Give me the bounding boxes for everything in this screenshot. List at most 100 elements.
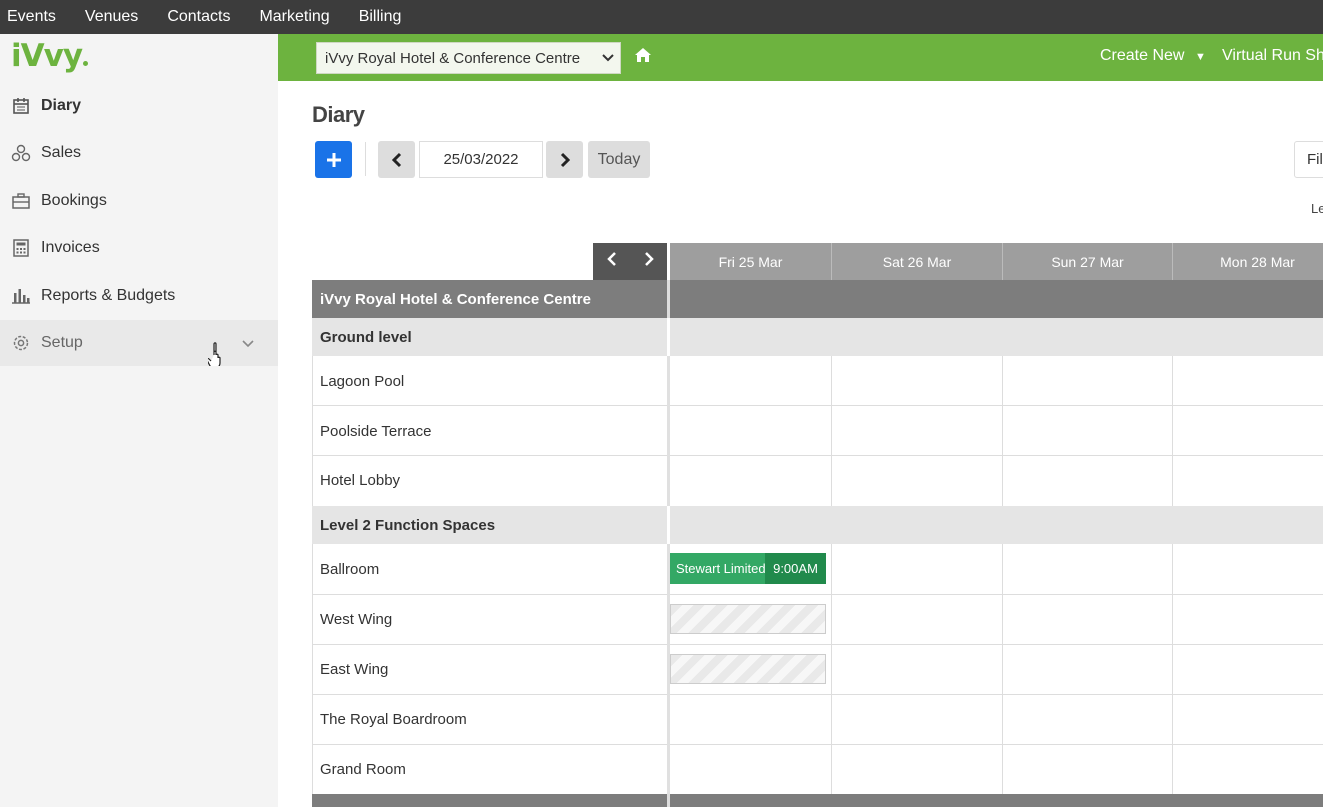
day-header: Sun 27 Mar: [1003, 243, 1173, 280]
virtual-run-sheet-link[interactable]: Virtual Run Sh: [1222, 47, 1323, 65]
create-new-dropdown[interactable]: Create New ▼: [1100, 47, 1206, 65]
row-border: [312, 544, 313, 595]
cell-divider: [1172, 695, 1173, 745]
date-input[interactable]: 25/03/2022: [419, 141, 543, 178]
room-name[interactable]: Grand Room: [320, 761, 406, 778]
cell-divider: [1002, 544, 1003, 595]
sidebar-item-label: Invoices: [41, 239, 100, 256]
nav-billing[interactable]: Billing: [359, 8, 402, 26]
cell-divider: [1172, 544, 1173, 595]
sidebar: iVvy Diary Sales Bookings Invoices Repor…: [0, 34, 278, 807]
column-divider: [667, 745, 670, 794]
hand-cursor-icon: [206, 342, 226, 372]
cell-divider: [1002, 695, 1003, 745]
logo-text: iVvy: [11, 38, 83, 74]
room-name[interactable]: Hotel Lobby: [320, 472, 400, 489]
chevron-left-icon: [391, 152, 401, 167]
sales-icon: [11, 143, 31, 163]
cell-divider: [1172, 456, 1173, 506]
sidebar-item-reports[interactable]: Reports & Budgets: [0, 273, 278, 319]
grid-day-navigation: [593, 243, 667, 280]
add-button[interactable]: [315, 141, 352, 178]
day-header: Mon 28 Mar: [1173, 243, 1323, 280]
legend-link[interactable]: Le: [1311, 201, 1323, 216]
cell-divider: [831, 745, 832, 794]
cell-divider: [1172, 406, 1173, 456]
level-label: Ground level: [320, 329, 412, 346]
level-header: Level 2 Function Spaces: [312, 506, 1323, 544]
calendar-icon: [11, 96, 31, 116]
gear-icon: [11, 333, 31, 353]
next-date-button[interactable]: [546, 141, 583, 178]
cell-divider: [1002, 456, 1003, 506]
room-name[interactable]: The Royal Boardroom: [320, 711, 467, 728]
column-divider: [667, 695, 670, 745]
column-divider: [667, 356, 670, 406]
filter-input[interactable]: Fil: [1294, 141, 1323, 178]
caret-down-icon: ▼: [1194, 51, 1206, 63]
grid-next-button[interactable]: [644, 251, 654, 272]
room-name[interactable]: Ballroom: [320, 561, 379, 578]
nav-marketing[interactable]: Marketing: [259, 8, 329, 26]
calculator-icon: [11, 238, 31, 258]
row-border: [312, 456, 313, 506]
column-divider: [667, 280, 670, 318]
sidebar-item-setup[interactable]: Setup: [0, 320, 278, 366]
column-divider: [667, 794, 670, 807]
chevron-right-icon: [560, 152, 570, 167]
nav-venues[interactable]: Venues: [85, 8, 138, 26]
row-border: [312, 645, 313, 695]
column-divider: [667, 318, 670, 356]
room-row: Poolside Terrace: [312, 406, 1323, 456]
nav-events[interactable]: Events: [7, 8, 56, 26]
sidebar-item-label: Diary: [41, 97, 82, 114]
toolbar-divider: [365, 142, 366, 176]
venue-select-value: iVvy Royal Hotel & Conference Centre: [325, 49, 581, 67]
nav-contacts[interactable]: Contacts: [167, 8, 230, 26]
venue-select[interactable]: iVvy Royal Hotel & Conference Centre: [316, 42, 621, 74]
level-header: Ground level: [312, 318, 1323, 356]
grid-prev-button[interactable]: [606, 251, 617, 272]
column-divider: [667, 456, 670, 506]
sidebar-item-bookings[interactable]: Bookings: [0, 178, 278, 224]
venue-group-label: iVvy Royal Hotel & Conference Centre: [320, 291, 591, 308]
row-border: [312, 595, 313, 645]
room-row: Grand Room: [312, 745, 1323, 794]
cell-divider: [1002, 406, 1003, 456]
day-header: Fri 25 Mar: [670, 243, 832, 280]
cell-divider: [1002, 595, 1003, 645]
logo[interactable]: iVvy: [11, 38, 89, 74]
chevron-left-icon: [606, 252, 616, 266]
room-name[interactable]: East Wing: [320, 661, 388, 678]
room-row: Lagoon Pool: [312, 356, 1323, 406]
sidebar-item-diary[interactable]: Diary: [0, 83, 278, 129]
home-icon[interactable]: [634, 47, 652, 65]
chevron-down-icon[interactable]: [242, 336, 254, 351]
cell-divider: [831, 456, 832, 506]
room-row: Hotel Lobby: [312, 456, 1323, 506]
chevron-right-icon: [644, 252, 654, 266]
cell-divider: [1172, 745, 1173, 794]
booking-block[interactable]: Stewart Limited 9:00AM: [670, 553, 826, 584]
room-name[interactable]: West Wing: [320, 611, 392, 628]
cell-divider: [831, 406, 832, 456]
today-button[interactable]: Today: [588, 141, 650, 178]
sidebar-item-label: Reports & Budgets: [41, 287, 176, 304]
venue-group-header: iVvy Royal Hotel & Conference Centre: [312, 280, 1323, 318]
venue-header-bar: iVvy Royal Hotel & Conference Centre Cre…: [278, 34, 1323, 81]
room-name[interactable]: Poolside Terrace: [320, 423, 431, 440]
tentative-hold-block[interactable]: [670, 604, 826, 634]
row-border: [312, 745, 313, 794]
sidebar-item-sales[interactable]: Sales: [0, 130, 278, 176]
create-new-label: Create New: [1100, 47, 1185, 64]
sidebar-item-label: Setup: [41, 334, 83, 351]
room-row: The Royal Boardroom: [312, 695, 1323, 745]
sidebar-item-invoices[interactable]: Invoices: [0, 225, 278, 271]
cell-divider: [1002, 745, 1003, 794]
sidebar-item-label: Sales: [41, 144, 82, 161]
previous-date-button[interactable]: [378, 141, 415, 178]
room-name[interactable]: Lagoon Pool: [320, 373, 404, 390]
venue-group-footer: [312, 794, 1323, 807]
tentative-hold-block[interactable]: [670, 654, 826, 684]
cell-divider: [831, 645, 832, 695]
